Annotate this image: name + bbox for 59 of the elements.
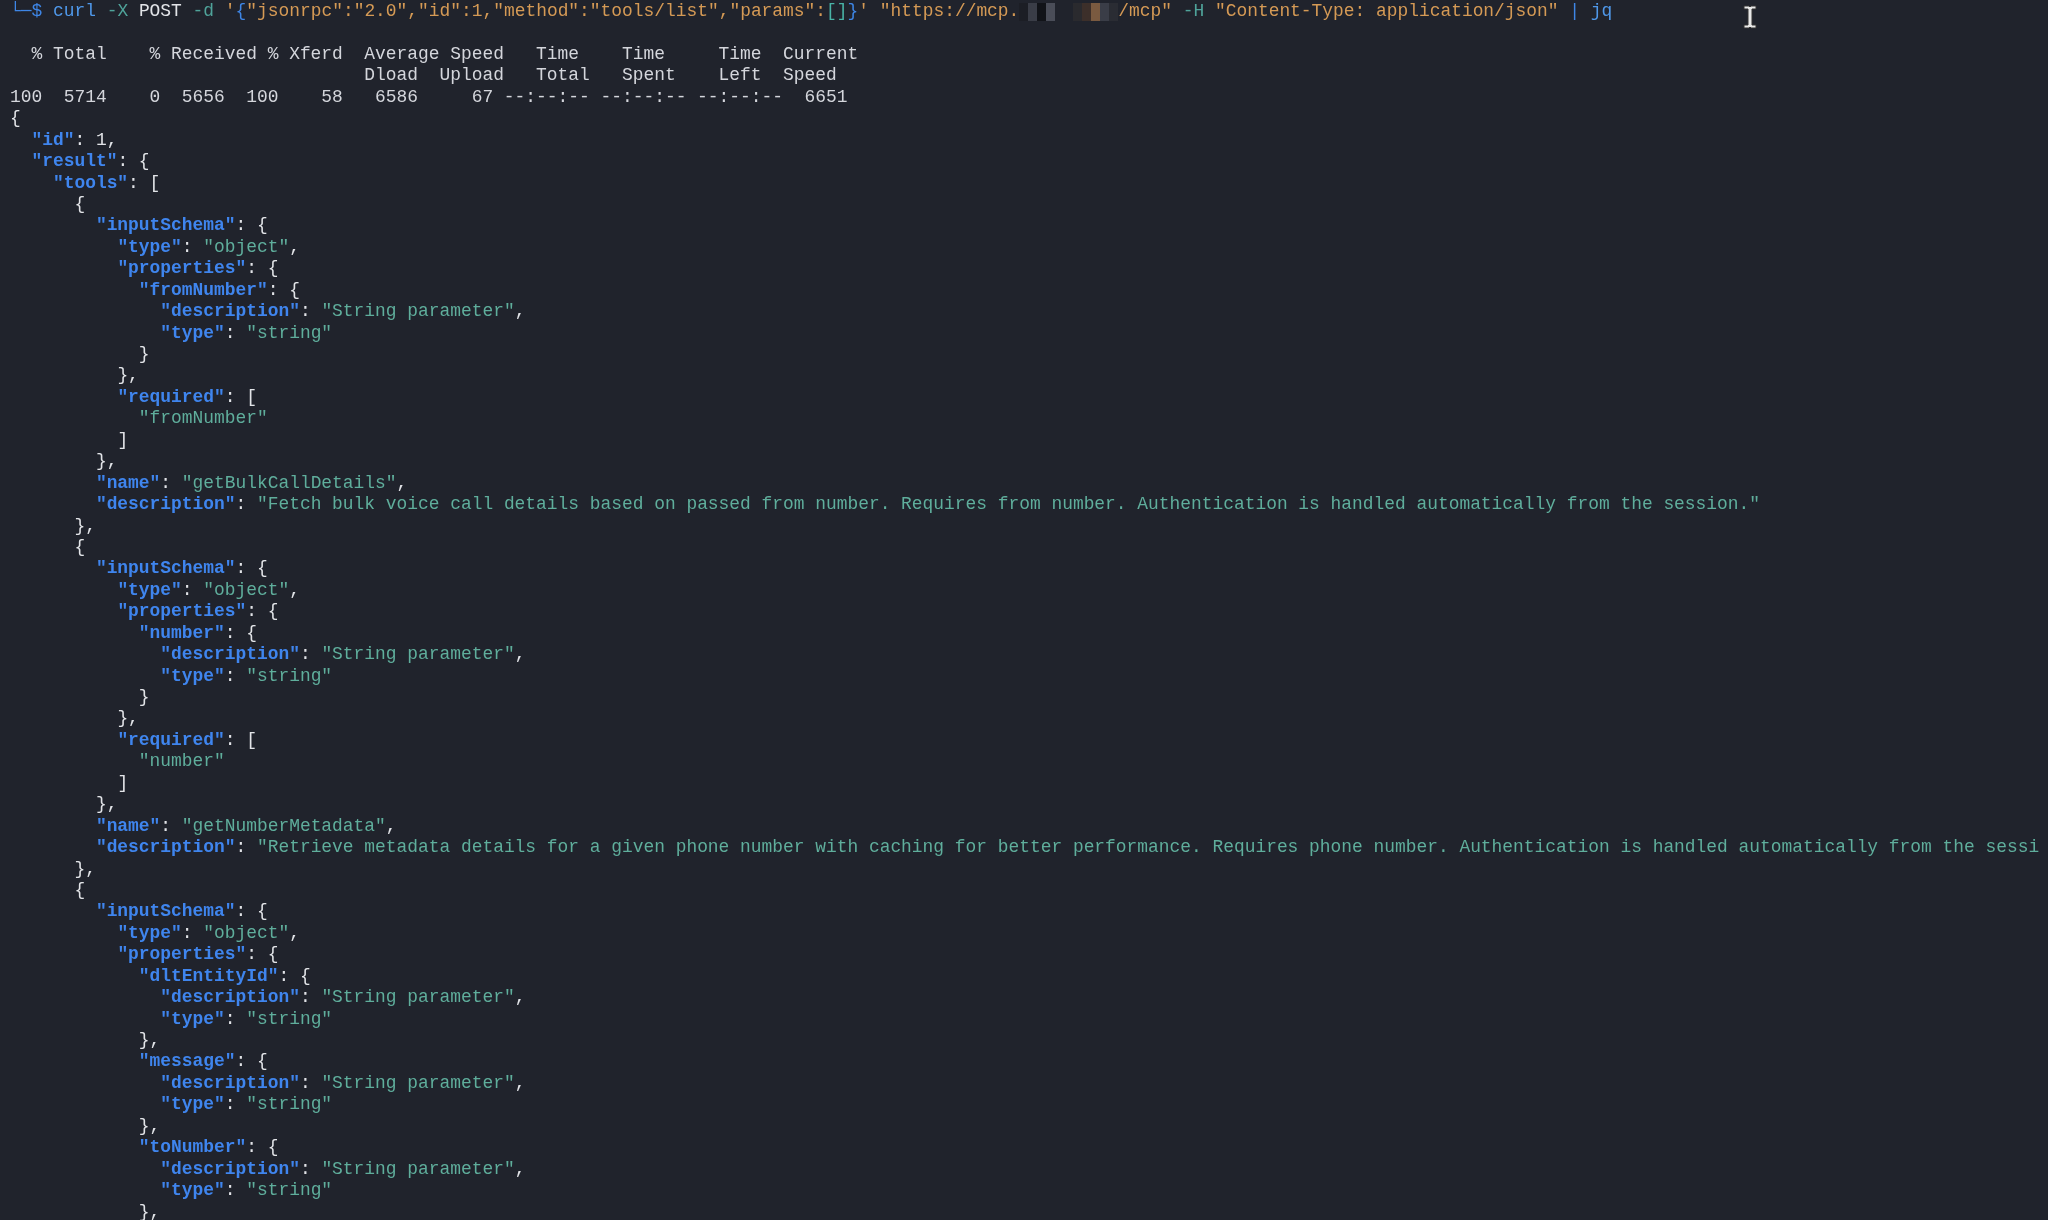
json-output-line: "inputSchema": { — [95, 901, 268, 923]
json-output-line: "dltEntityId": { — [138, 965, 311, 988]
json-output-line: "description": "String parameter", — [160, 987, 526, 1009]
json-output-line: { — [74, 193, 86, 216]
json-output-line: }, — [138, 1201, 161, 1220]
json-output-line: }, — [117, 708, 139, 730]
json-output-line: "type": "string" — [160, 1008, 333, 1030]
progress-meter-line: 100 5714 0 5656 100 58 6586 67 --:--:-- --:--:-- --:--:-- 6651 — [10, 86, 848, 109]
json-output-line: "required": [ — [117, 386, 257, 409]
json-output-line: }, — [138, 1115, 161, 1138]
json-output-line: "type": "string" — [160, 665, 333, 687]
json-output-line: }, — [95, 451, 118, 473]
json-output-line: "id": 1, — [31, 129, 118, 152]
json-output-line: "description": "Retrieve metadata details for a given phone number with caching for better performance. Requires phone number. Authentication is handled automatically from the sessi — [95, 837, 2040, 859]
json-output-line: "type": "object", — [117, 922, 300, 945]
json-output-line: ] — [117, 429, 129, 452]
prompt-symbol: └─$ — [10, 1, 43, 23]
text-cursor-icon — [1741, 4, 1759, 30]
json-output-line: "name": "getBulkCallDetails", — [95, 472, 408, 495]
json-output-line: { — [10, 108, 21, 130]
json-output-line: } — [138, 687, 150, 709]
json-output-line: "description": "String parameter", — [160, 1158, 526, 1181]
json-output-line: "description": "String parameter", — [160, 644, 526, 666]
json-output-line: "type": "string" — [160, 322, 333, 344]
json-output-line: "type": "string" — [160, 1180, 333, 1202]
json-output-line: ] — [117, 772, 129, 795]
json-output-line: "type": "object", — [117, 579, 300, 602]
json-output-line: "description": "Fetch bulk voice call details based on passed from number. Requires from number. Authentication is handled automatically from the session." — [95, 494, 1760, 516]
progress-meter-line: % Total % Received % Xferd Average Speed Time Time Time Current — [31, 43, 859, 66]
json-output-line: "description": "String parameter", — [160, 301, 526, 323]
json-output-line: "properties": { — [117, 601, 279, 623]
json-output-line: { — [74, 879, 86, 902]
json-output-line: "name": "getNumberMetadata", — [95, 815, 397, 838]
json-output-line: }, — [117, 365, 139, 387]
json-output-line: "number": { — [138, 622, 257, 645]
json-output-line: "description": "String parameter", — [160, 1072, 526, 1095]
json-output-line: }, — [74, 858, 96, 880]
json-output-line: "fromNumber": { — [138, 279, 300, 302]
json-output-line: "inputSchema": { — [95, 558, 268, 580]
json-output-line: }, — [74, 515, 96, 537]
json-output-line: "inputSchema": { — [95, 215, 268, 237]
json-output-line: "toNumber": { — [138, 1137, 279, 1159]
json-output-line: { — [74, 536, 86, 559]
json-output-line: }, — [95, 794, 118, 816]
command-text: /mcp" -H "Content-Type: application/json" | jq — [1118, 1, 1613, 23]
json-output-line: "message": { — [138, 1051, 268, 1073]
json-output-line: "properties": { — [117, 258, 279, 280]
json-output-line: "type": "string" — [160, 1094, 333, 1116]
json-output-line: "number" — [138, 751, 225, 773]
json-output-line: "fromNumber" — [138, 408, 268, 430]
json-output-line: }, — [138, 1030, 161, 1052]
progress-meter-line: Dload Upload Total Spent Left Speed — [364, 65, 837, 87]
json-output-line: } — [138, 344, 150, 366]
json-output-line: "type": "object", — [117, 236, 300, 259]
json-output-line: "required": [ — [117, 729, 257, 752]
command-text: curl -X POST -d '{"jsonrpc":"2.0","id":1,"method":"tools/list","params":[]}' "https://mcp. — [52, 1, 1020, 23]
json-output-line: "properties": { — [117, 944, 279, 966]
json-output-line: "tools": [ — [52, 172, 161, 194]
json-output-line: "result": { — [31, 151, 150, 173]
